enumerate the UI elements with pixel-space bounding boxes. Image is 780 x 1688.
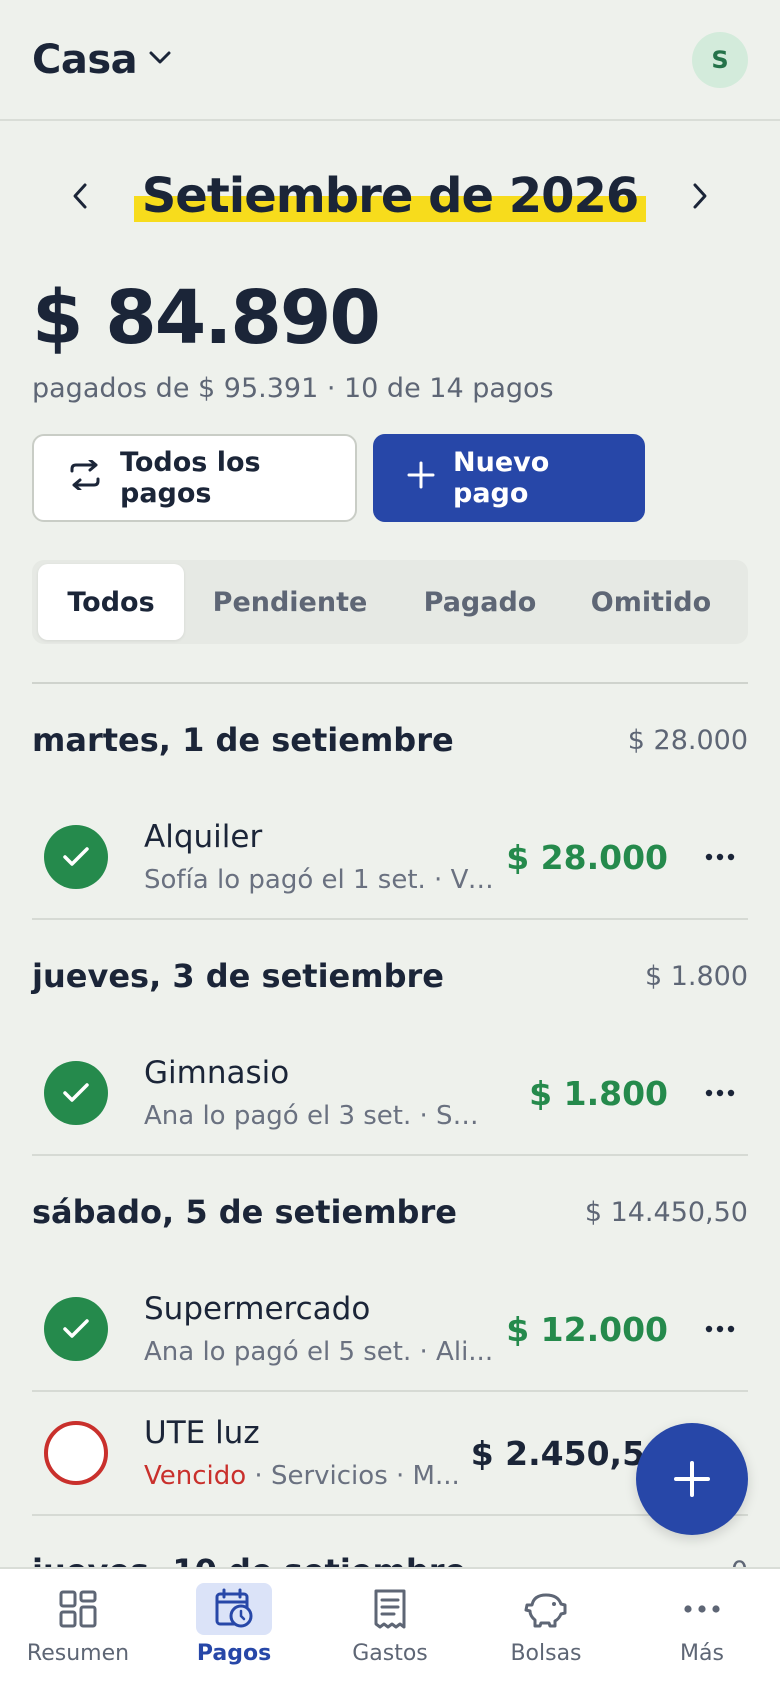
piggy-bank-icon [508,1583,584,1635]
payment-subtitle: Ana lo pagó el 3 set. · Salu... [144,1101,494,1131]
next-month-button[interactable] [680,176,720,216]
more-options-button[interactable] [696,1089,744,1097]
payment-details: Gimnasio Ana lo pagó el 3 set. · Salu... [144,1055,529,1131]
payment-row[interactable]: Gimnasio Ana lo pagó el 3 set. · Salu...… [32,1032,748,1156]
unpaid-status-toggle[interactable] [44,1421,108,1485]
all-payments-button[interactable]: Todos los pagos [32,434,357,522]
date-group-header: sábado, 5 de setiembre $ 14.450,50 [32,1156,748,1268]
more-icon [664,1583,740,1635]
payment-row[interactable]: Supermercado Ana lo pagó el 5 set. · Ali… [32,1268,748,1392]
avatar[interactable]: S [692,31,748,88]
paid-status-toggle[interactable] [44,1061,108,1125]
tab-todos[interactable]: Todos [38,564,184,640]
payment-name: Supermercado [144,1291,371,1327]
chevron-left-icon [73,183,87,209]
date-group-header: jueves, 3 de setiembre $ 1.800 [32,920,748,1032]
top-bar: Casa S [0,0,780,121]
check-icon [63,1319,89,1338]
month-title-text: Setiembre de 2026 [141,168,640,224]
action-buttons: Todos los pagos Nuevo pago [0,434,780,522]
paid-total: $ 84.890 [32,275,381,361]
plus-icon [674,1461,710,1497]
nav-label: Gastos [352,1641,428,1666]
nav-resumen[interactable]: Resumen [8,1583,148,1666]
nav-pagos[interactable]: Pagos [164,1583,304,1666]
overdue-label: Vencido [144,1461,247,1491]
payment-row[interactable]: Alquiler Sofía lo pagó el 1 set. · Vi...… [32,796,748,920]
payment-details: Supermercado Ana lo pagó el 5 set. · Ali… [144,1291,506,1367]
payment-subtitle: Ana lo pagó el 5 set. · Ali... [144,1337,494,1367]
status-filter-tabs: Todos Pendiente Pagado Omitido [32,560,748,644]
group-date: martes, 1 de setiembre [32,721,454,759]
payment-name: UTE luz [144,1415,260,1451]
month-navigation: Setiembre de 2026 [0,121,780,271]
plus-icon [407,461,435,496]
paid-status-toggle[interactable] [44,1297,108,1361]
payment-subtitle: Vencido · Servicios · M... [144,1461,471,1491]
chevron-down-icon [149,50,171,69]
payment-details: UTE luz Vencido · Servicios · M... [144,1415,471,1491]
payments-screen: Casa S Setiembre de 2026 $ 84.890 pagado… [0,0,780,1688]
all-payments-label: Todos los pagos [120,447,261,509]
group-total: $ 14.450,50 [584,1196,748,1228]
payment-subtitle: Sofía lo pagó el 1 set. · Vi... [144,865,494,895]
calendar-clock-icon [196,1583,272,1635]
more-horizontal-icon [705,1089,735,1097]
nav-label: Resumen [26,1641,130,1666]
more-options-button[interactable] [696,853,744,861]
tab-pendiente[interactable]: Pendiente [184,564,396,640]
nav-label: Pagos [196,1641,272,1666]
tab-pagado[interactable]: Pagado [396,564,564,640]
add-payment-fab[interactable] [636,1423,748,1535]
payment-subtitle-rest: · Servicios · M... [246,1461,460,1491]
summary: $ 84.890 pagados de $ 95.391 · 10 de 14 … [0,281,780,404]
more-horizontal-icon [705,853,735,861]
check-icon [63,1083,89,1102]
month-title: Setiembre de 2026 [133,168,647,224]
group-total: $ 28.000 [627,724,748,756]
workspace-name: Casa [32,36,138,83]
nav-label: Bolsas [510,1641,582,1666]
date-group-header: martes, 1 de setiembre $ 28.000 [32,684,748,796]
group-date: jueves, 3 de setiembre [32,957,444,995]
chevron-right-icon [693,183,707,209]
group-date: sábado, 5 de setiembre [32,1193,457,1231]
payment-name: Alquiler [144,819,263,855]
repeat-icon [68,458,102,497]
workspace-selector[interactable]: Casa [32,37,171,83]
tab-omitido[interactable]: Omitido [564,564,738,640]
nav-label: Más [680,1641,724,1666]
more-options-button[interactable] [696,1325,744,1333]
payment-amount: $ 1.800 [529,1073,668,1113]
paid-subtitle: pagados de $ 95.391 · 10 de 14 pagos [32,373,554,404]
more-horizontal-icon [705,1325,735,1333]
grid-icon [40,1583,116,1635]
check-icon [63,847,89,866]
nav-gastos[interactable]: Gastos [320,1583,460,1666]
nav-mas[interactable]: Más [632,1583,772,1666]
payment-name: Gimnasio [144,1055,290,1091]
payment-amount: $ 12.000 [506,1309,668,1349]
new-payment-label: Nuevo pago [453,447,550,509]
payment-amount: $ 28.000 [506,837,668,877]
group-total: $ 1.800 [644,960,748,992]
payment-details: Alquiler Sofía lo pagó el 1 set. · Vi... [144,819,506,895]
receipt-icon [352,1583,428,1635]
nav-bolsas[interactable]: Bolsas [476,1583,616,1666]
new-payment-button[interactable]: Nuevo pago [373,434,645,522]
bottom-navigation: Resumen Pagos Gastos Bolsas Más [0,1567,780,1688]
paid-status-toggle[interactable] [44,825,108,889]
previous-month-button[interactable] [60,176,100,216]
